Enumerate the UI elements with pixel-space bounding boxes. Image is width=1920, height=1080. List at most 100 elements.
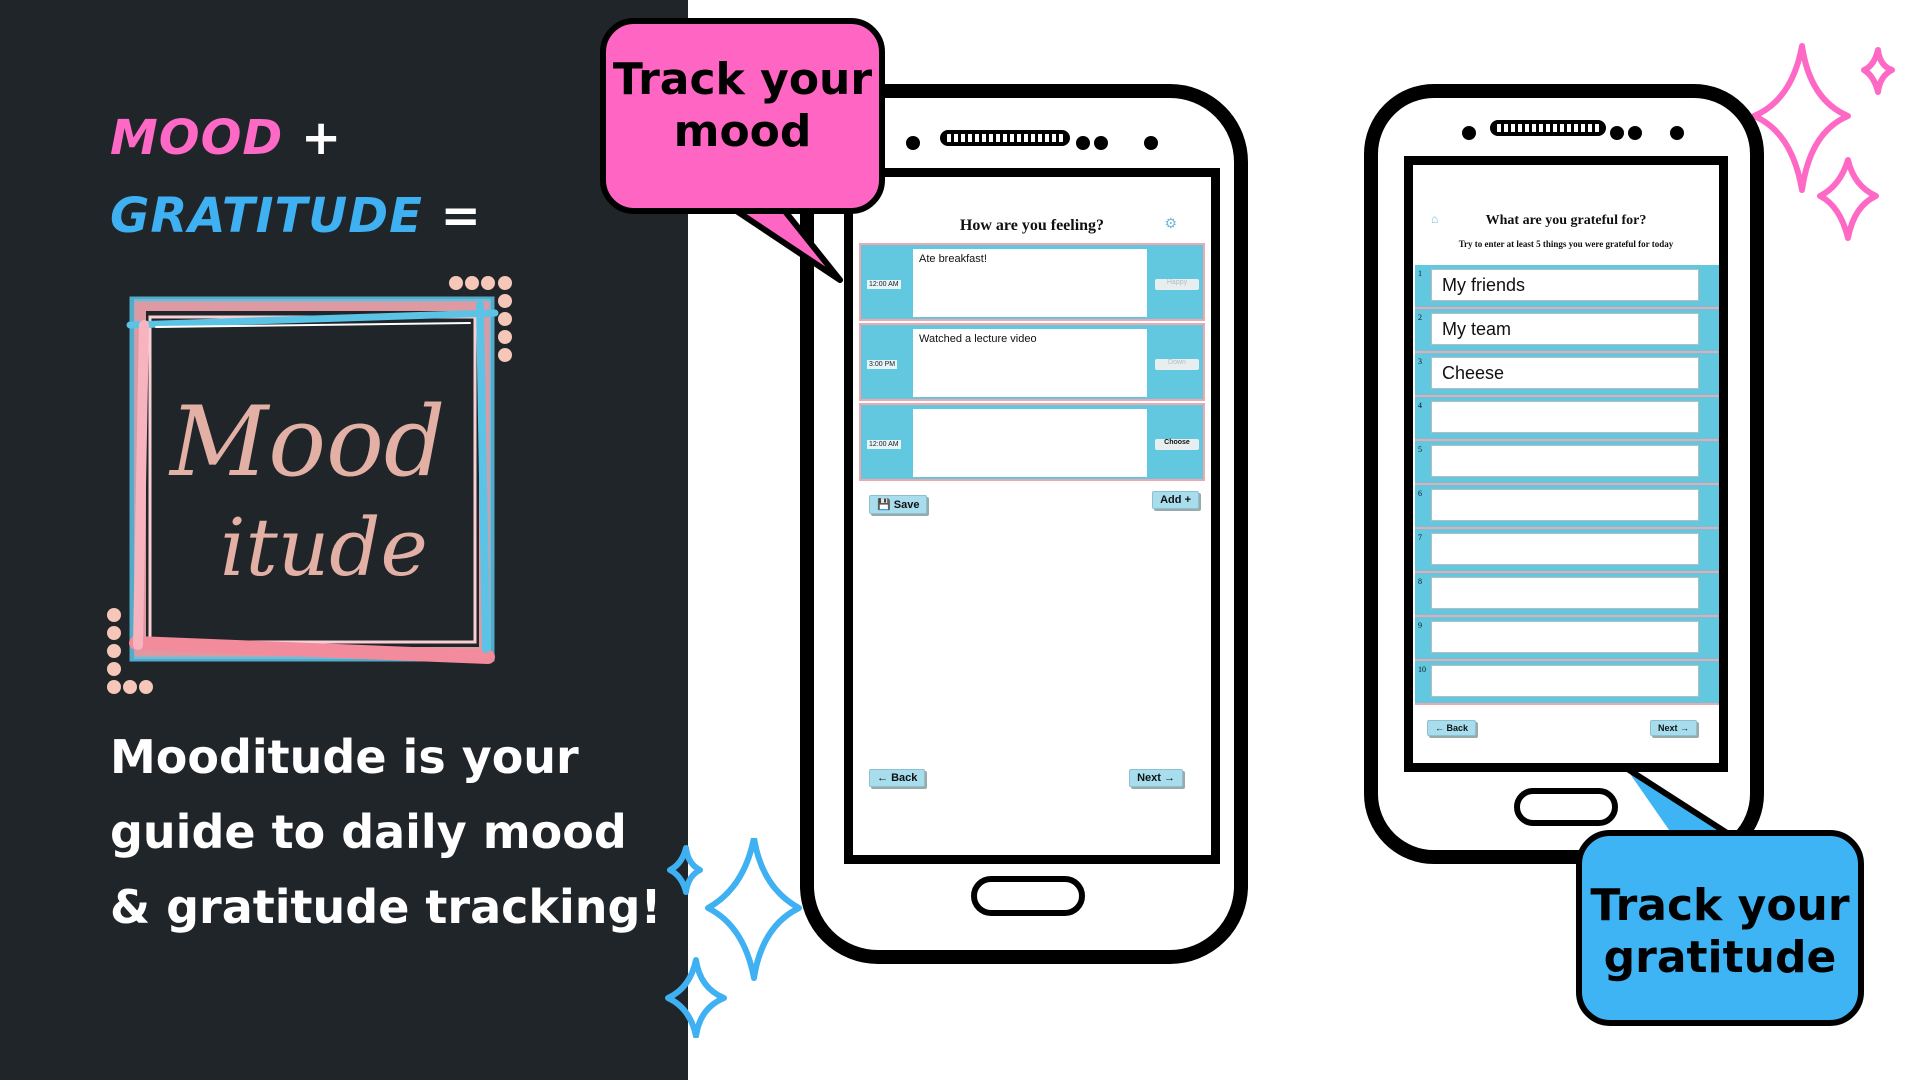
tagline-line: Mooditude is your — [110, 730, 579, 784]
headline-gratitude: GRATITUDE — [110, 188, 423, 244]
blue-sparkles — [665, 838, 802, 1038]
gratitude-input[interactable]: Cheese — [1431, 357, 1699, 389]
speaker-grille — [940, 130, 1070, 146]
gratitude-row: 3 Cheese — [1415, 353, 1719, 397]
mooditude-logo: Mood itude — [107, 276, 512, 694]
gratitude-input[interactable] — [1431, 445, 1699, 477]
row-number: 8 — [1418, 577, 1422, 586]
time-picker[interactable]: 12:00 AM — [867, 280, 901, 289]
row-number: 2 — [1418, 313, 1422, 322]
gear-icon[interactable]: ⚙ — [1164, 215, 1177, 232]
back-button[interactable]: ← Back — [1427, 720, 1477, 736]
camera-dot — [1462, 126, 1476, 140]
gratitude-row: 9 — [1415, 617, 1719, 661]
time-picker[interactable]: 3:00 PM — [867, 360, 898, 369]
left-panel: MOOD + GRATITUDE = Mood itude Mooditude … — [0, 0, 688, 1080]
arrow-left-icon: ← — [877, 772, 888, 784]
speech-bubble-gratitude: Track your gratitude — [1576, 830, 1864, 1026]
logo-script-itude: itude — [220, 501, 428, 594]
gratitude-row: 6 — [1415, 485, 1719, 529]
plus-icon: + — [1184, 494, 1191, 506]
sensor-dot — [1610, 126, 1624, 140]
save-button-label: Save — [893, 499, 920, 511]
row-number: 6 — [1418, 489, 1422, 498]
row-number: 4 — [1418, 401, 1422, 410]
tagline-line: & gratitude tracking! — [110, 880, 662, 934]
gratitude-input[interactable] — [1431, 621, 1699, 653]
gratitude-input[interactable] — [1431, 533, 1699, 565]
headline-line-1: MOOD + — [110, 110, 342, 166]
next-button[interactable]: Next → — [1649, 720, 1697, 736]
gratitude-row: 4 — [1415, 397, 1719, 441]
next-button[interactable]: Next → — [1129, 769, 1183, 787]
headline-mood: MOOD — [110, 110, 284, 166]
phone-gratitude-tracker: ⌂ What are you grateful for? Try to ente… — [1364, 84, 1764, 864]
back-button[interactable]: ← Back — [869, 769, 926, 787]
gratitude-input[interactable] — [1431, 489, 1699, 521]
camera-dot — [906, 136, 920, 150]
gratitude-row: 1 My friends — [1415, 265, 1719, 309]
gratitude-input[interactable] — [1431, 401, 1699, 433]
arrow-right-icon: → — [1164, 772, 1175, 784]
bubble-line: gratitude — [1603, 932, 1837, 983]
mood-select-button[interactable]: Choose — [1155, 439, 1199, 450]
gratitude-input[interactable] — [1431, 577, 1699, 609]
mood-screen: How are you feeling? ⚙ 12:00 AM Ate brea… — [844, 168, 1220, 864]
arrow-right-icon: → — [1680, 723, 1689, 733]
bubble-line: Track your — [612, 54, 873, 105]
sensor-dot — [1076, 136, 1090, 150]
row-number: 10 — [1418, 665, 1426, 674]
gratitude-input[interactable]: My team — [1431, 313, 1699, 345]
gratitude-screen: ⌂ What are you grateful for? Try to ente… — [1404, 156, 1728, 772]
phone-mood-tracker: How are you feeling? ⚙ 12:00 AM Ate brea… — [800, 84, 1248, 964]
gratitude-input[interactable]: My friends — [1431, 269, 1699, 301]
row-number: 1 — [1418, 269, 1422, 278]
mood-screen-title: How are you feeling? — [959, 217, 1105, 234]
sensor-dot — [1094, 136, 1108, 150]
gratitude-row: 2 My team — [1415, 309, 1719, 353]
gratitude-input[interactable] — [1431, 665, 1699, 697]
gratitude-row: 7 — [1415, 529, 1719, 573]
mood-select-button[interactable]: Down — [1155, 359, 1199, 370]
headline-line-2: GRATITUDE = — [110, 188, 482, 244]
row-number: 5 — [1418, 445, 1422, 454]
row-number: 7 — [1418, 533, 1422, 542]
arrow-left-icon: ← — [1435, 723, 1444, 733]
headline-plus: + — [300, 110, 343, 166]
mood-select-button[interactable]: Happy — [1155, 279, 1199, 290]
camera-dot — [1670, 126, 1684, 140]
tagline-line: guide to daily mood — [110, 805, 627, 859]
add-button[interactable]: Add + — [1152, 491, 1199, 509]
save-button[interactable]: 💾 Save — [869, 495, 928, 514]
home-button[interactable] — [1514, 788, 1618, 826]
row-number: 9 — [1418, 621, 1422, 630]
mood-entry-row: 3:00 PM Watched a lecture video Down — [859, 323, 1205, 401]
mood-entry-field[interactable]: Ate breakfast! — [913, 249, 1147, 317]
sensor-dot — [1628, 126, 1642, 140]
mood-entry-field[interactable] — [913, 409, 1147, 477]
gratitude-row: 10 — [1415, 661, 1719, 705]
next-button-label: Next — [1657, 723, 1678, 733]
mood-entry-row: 12:00 AM Choose — [859, 403, 1205, 481]
gratitude-row: 5 — [1415, 441, 1719, 485]
headline-equals: = — [440, 188, 482, 244]
camera-dot — [1144, 136, 1158, 150]
logo-script-mood: Mood — [168, 386, 445, 498]
bubble-line: Track your — [1590, 880, 1850, 931]
time-picker[interactable]: 12:00 AM — [867, 440, 901, 449]
tagline: Mooditude is your guide to daily mood & … — [110, 720, 670, 945]
gratitude-row: 8 — [1415, 573, 1719, 617]
next-button-label: Next — [1137, 772, 1161, 784]
back-button-label: Back — [891, 772, 918, 784]
bubble-line: mood — [673, 106, 812, 157]
back-button-label: Back — [1446, 723, 1469, 733]
save-icon: 💾 — [877, 499, 891, 511]
mood-entry-field[interactable]: Watched a lecture video — [913, 329, 1147, 397]
speech-bubble-mood: Track your mood — [600, 18, 885, 214]
home-button[interactable] — [971, 876, 1085, 916]
pink-sparkles — [1751, 43, 1895, 241]
gratitude-screen-subtitle: Try to enter at least 5 things you were … — [1458, 239, 1674, 249]
speaker-grille — [1490, 120, 1606, 136]
row-number: 3 — [1418, 357, 1422, 366]
gratitude-screen-title: What are you grateful for? — [1485, 213, 1647, 228]
